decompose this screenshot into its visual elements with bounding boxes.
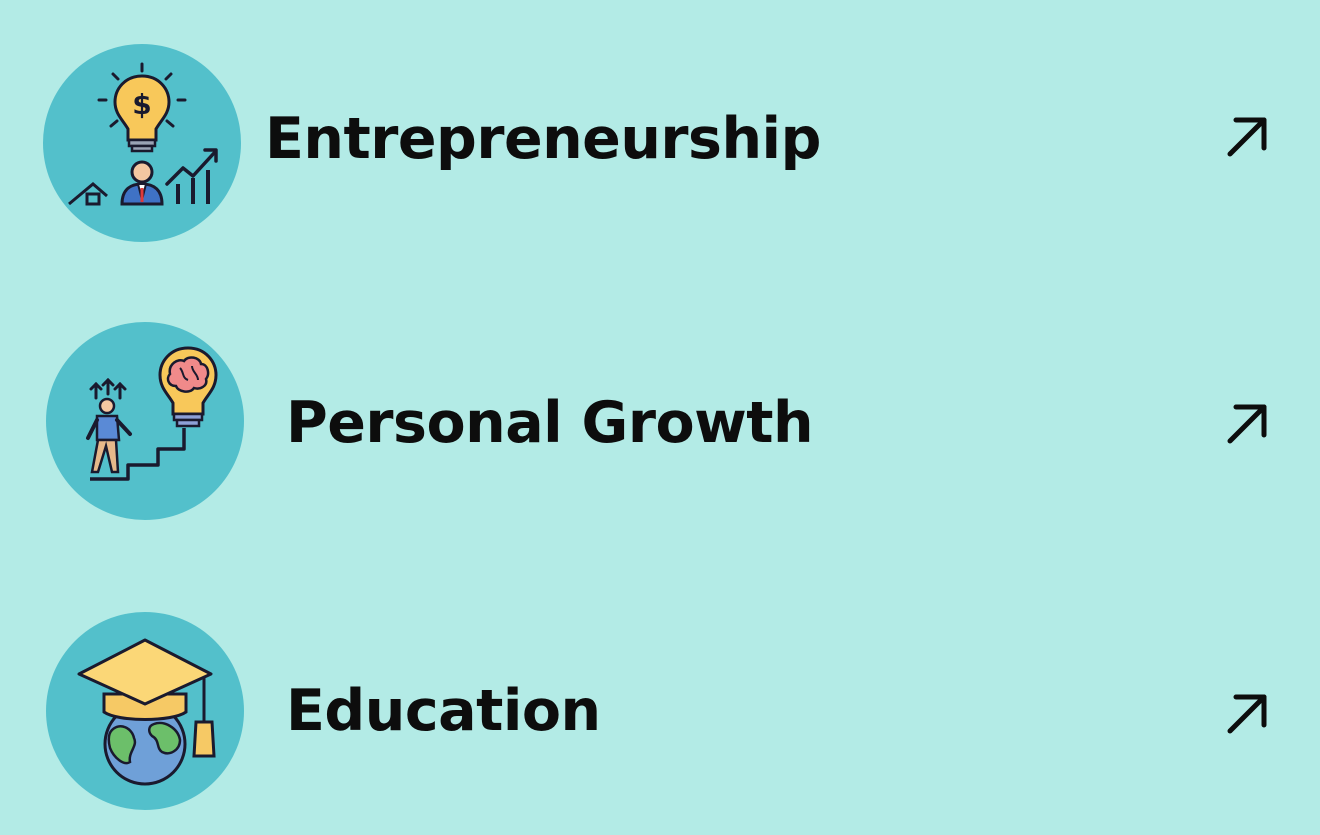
graduation-cap-globe-icon xyxy=(46,612,244,810)
topic-label: Personal Growth xyxy=(286,390,814,456)
arrow-up-right-icon[interactable] xyxy=(1222,397,1274,449)
topic-label: Entrepreneurship xyxy=(265,106,821,172)
arrow-up-right-icon[interactable] xyxy=(1222,687,1274,739)
topic-label: Education xyxy=(286,678,601,744)
topic-item-entrepreneurship[interactable]: $ Entrepreneurship xyxy=(0,44,1320,244)
topic-item-personal-growth[interactable]: Personal Growth xyxy=(0,320,1320,520)
topic-item-education[interactable]: Education xyxy=(0,612,1320,812)
arrow-up-right-icon[interactable] xyxy=(1222,110,1274,162)
lightbulb-dollar-growth-icon: $ xyxy=(43,44,241,242)
svg-text:$: $ xyxy=(132,88,151,121)
brain-lightbulb-stairs-icon xyxy=(46,322,244,520)
